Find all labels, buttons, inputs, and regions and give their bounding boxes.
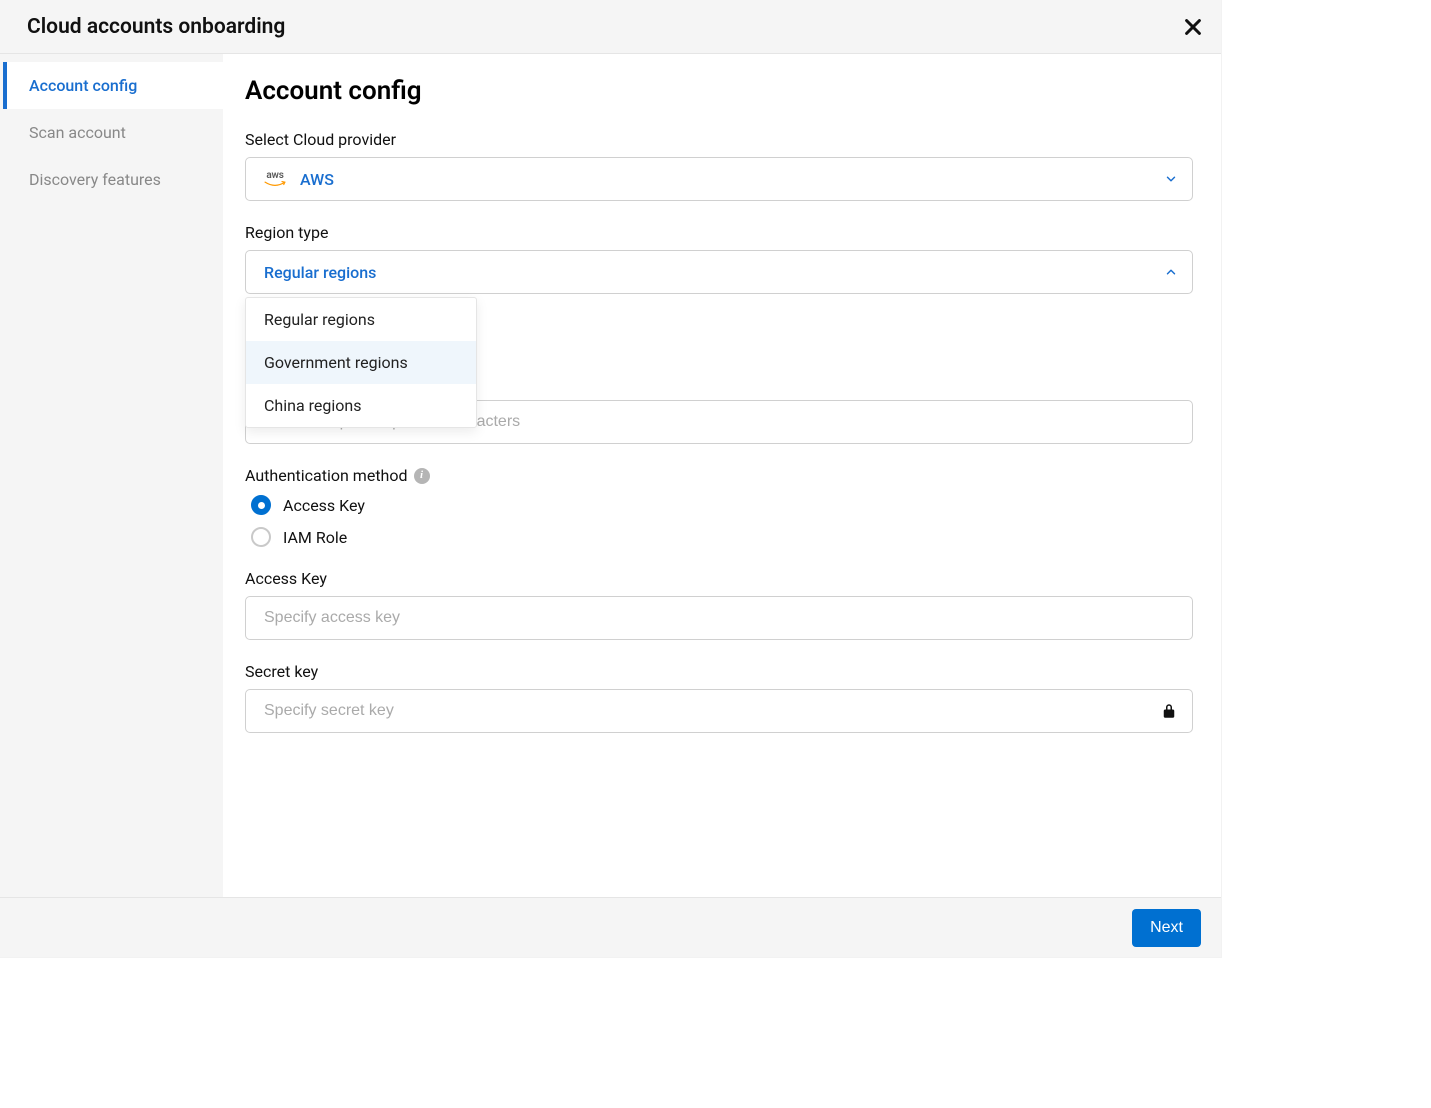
modal-footer: Next (0, 897, 1221, 957)
page-title: Account config (245, 76, 1193, 106)
sidebar-item-discovery-features[interactable]: Discovery features (3, 156, 223, 203)
close-icon (1182, 16, 1204, 38)
auth-option-iam-role[interactable]: IAM Role (245, 527, 1193, 547)
field-label-secret-key: Secret key (245, 662, 1193, 681)
radio-unchecked-icon (251, 527, 271, 547)
modal: Cloud accounts onboarding Account config… (0, 0, 1221, 957)
field-label-auth-method: Authentication method i (245, 466, 1193, 485)
dropdown-item-regular-regions[interactable]: Regular regions (246, 298, 476, 341)
modal-header: Cloud accounts onboarding (0, 0, 1221, 54)
field-cloud-provider: Select Cloud provider aws AWS (245, 130, 1193, 201)
cloud-provider-select[interactable]: aws AWS (245, 157, 1193, 201)
auth-option-label: Access Key (283, 496, 365, 515)
chevron-down-icon (1164, 172, 1178, 186)
field-access-key: Access Key (245, 569, 1193, 640)
modal-title: Cloud accounts onboarding (27, 15, 285, 39)
region-type-select[interactable]: Regular regions (245, 250, 1193, 294)
sidebar-item-account-config[interactable]: Account config (3, 62, 223, 109)
auth-radio-group: Access Key IAM Role (245, 495, 1193, 547)
stepper-sidebar: Account config Scan account Discovery fe… (3, 54, 223, 897)
region-type-dropdown: Regular regions Government regions China… (245, 297, 477, 428)
sidebar-item-label: Account config (29, 76, 137, 95)
sidebar-item-scan-account[interactable]: Scan account (3, 109, 223, 156)
region-type-value: Regular regions (264, 263, 1164, 282)
lock-icon (1160, 702, 1178, 720)
aws-icon: aws (264, 171, 286, 188)
secret-key-input-wrap (245, 689, 1193, 733)
cloud-provider-value: AWS (300, 170, 1164, 189)
access-key-input[interactable] (264, 597, 1178, 639)
dropdown-item-china-regions[interactable]: China regions (246, 384, 476, 427)
auth-option-label: IAM Role (283, 528, 347, 547)
field-label-access-key: Access Key (245, 569, 1193, 588)
modal-body: Account config Scan account Discovery fe… (0, 54, 1221, 897)
radio-checked-icon (251, 495, 271, 515)
next-button[interactable]: Next (1132, 909, 1201, 947)
sidebar-item-label: Scan account (29, 123, 126, 142)
field-auth-method: Authentication method i Access Key IAM R… (245, 466, 1193, 547)
field-label-cloud-provider: Select Cloud provider (245, 130, 1193, 149)
field-region-type: Region type Regular regions Regular regi… (245, 223, 1193, 294)
close-button[interactable] (1179, 13, 1207, 41)
info-icon[interactable]: i (414, 468, 430, 484)
sidebar-item-label: Discovery features (29, 170, 161, 189)
region-type-wrap: Regular regions Regular regions Governme… (245, 250, 1193, 294)
access-key-input-wrap (245, 596, 1193, 640)
field-secret-key: Secret key (245, 662, 1193, 733)
dropdown-item-government-regions[interactable]: Government regions (246, 341, 476, 384)
auth-method-label-text: Authentication method (245, 466, 408, 485)
secret-key-input[interactable] (264, 690, 1160, 732)
field-label-region-type: Region type (245, 223, 1193, 242)
content-area: Account config Select Cloud provider aws… (223, 54, 1221, 897)
auth-option-access-key[interactable]: Access Key (245, 495, 1193, 515)
chevron-up-icon (1164, 265, 1178, 279)
